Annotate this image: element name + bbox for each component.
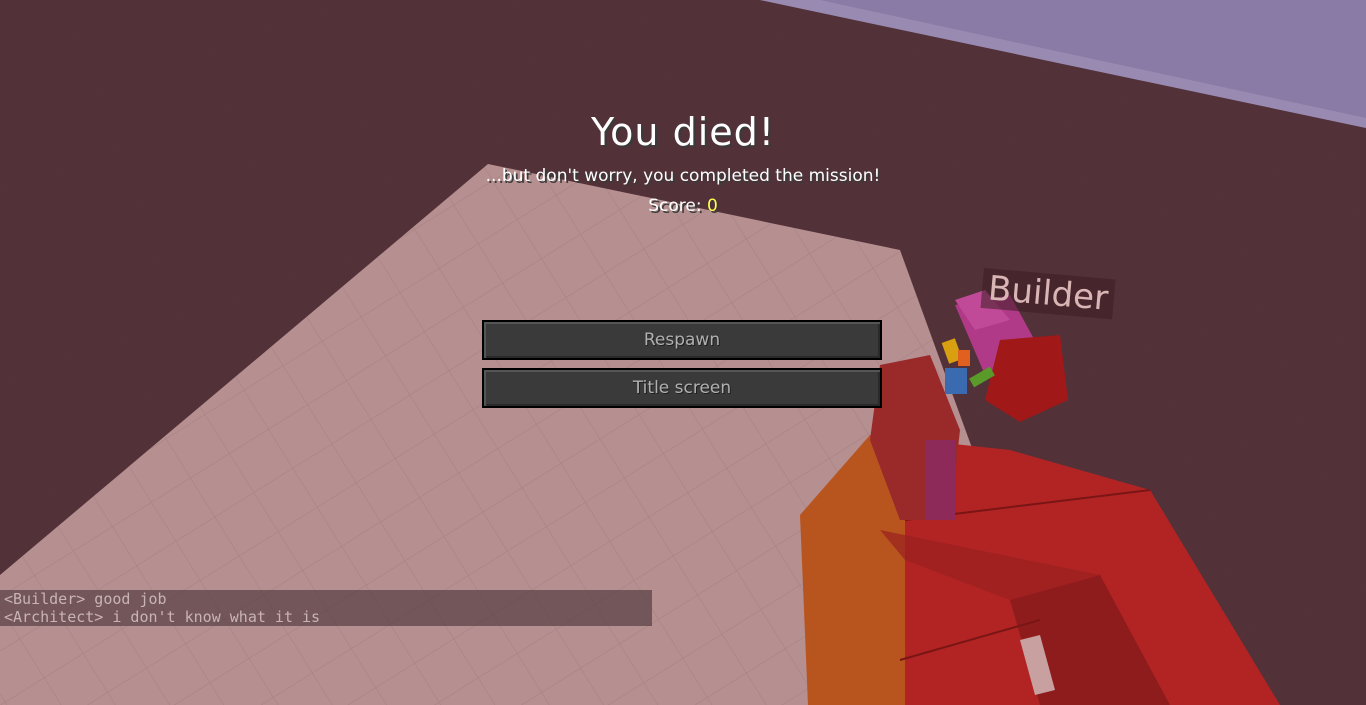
title-screen-button[interactable]: Title screen <box>482 368 882 408</box>
score-value: 0 <box>706 196 718 216</box>
score-line: Score: 0 <box>0 196 1366 216</box>
chat-log: <Builder> good job <Architect> i don't k… <box>0 590 652 626</box>
player-leg <box>925 440 955 520</box>
death-subtitle: ...but don't worry, you completed the mi… <box>485 166 881 186</box>
player-item-blue <box>945 368 967 394</box>
player-item-orange <box>958 350 970 366</box>
respawn-button[interactable]: Respawn <box>482 320 882 360</box>
death-title: You died! <box>591 110 775 154</box>
score-label: Score: <box>648 196 707 216</box>
chat-message: <Builder> good job <box>4 590 167 608</box>
chat-message: <Architect> i don't know what it is <box>4 608 321 626</box>
game-viewport: Builder You died! ...but don't worry, yo… <box>0 0 1366 705</box>
